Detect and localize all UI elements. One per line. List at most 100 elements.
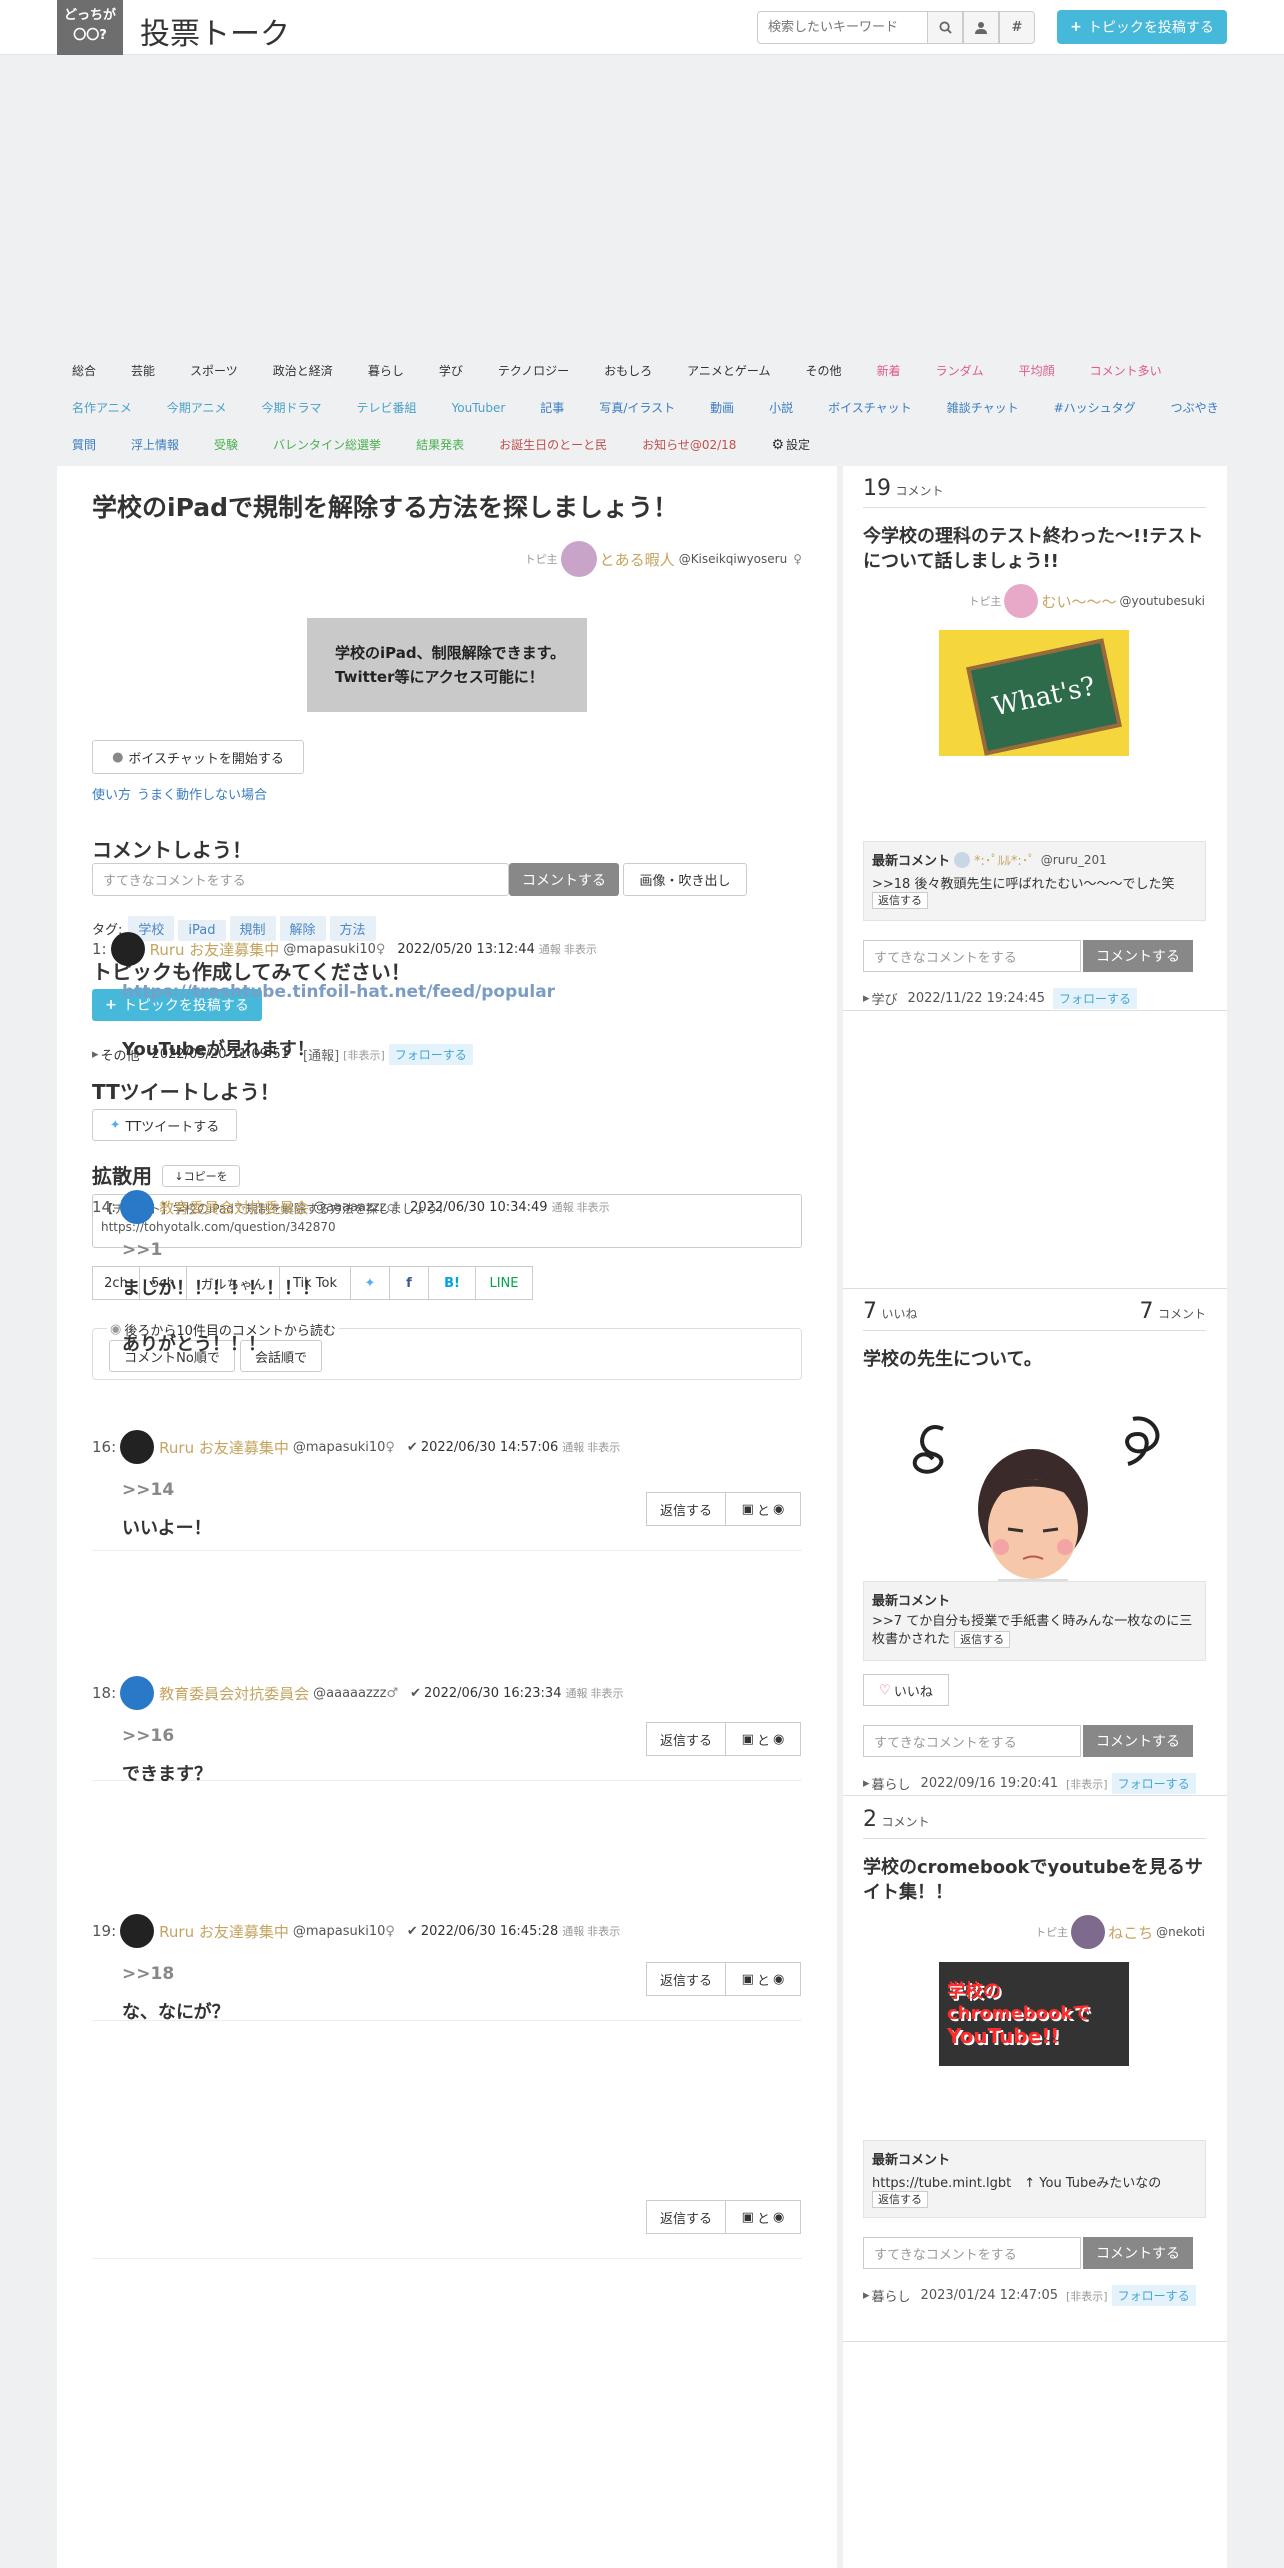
nav-item[interactable]: 質問	[72, 436, 96, 453]
search-input[interactable]	[757, 11, 928, 44]
topic-image[interactable]: 学校のiPad、制限解除できます。 Twitter等にアクセス可能に！	[307, 618, 587, 712]
comment-hide-link[interactable]: 非表示	[564, 941, 597, 957]
avatar[interactable]	[120, 1676, 155, 1710]
nav-item[interactable]: 記事	[540, 399, 564, 416]
side3-follow-button[interactable]: フォローする	[1111, 2285, 1196, 2306]
owner-name[interactable]: とある暇人	[600, 549, 675, 570]
reply-button[interactable]: 返信する	[646, 2200, 726, 2234]
nav-item[interactable]: 暮らし	[368, 362, 404, 379]
nav-item[interactable]: YouTuber	[452, 401, 506, 415]
reply-anchor-link[interactable]: >>18	[122, 1964, 802, 1984]
side2-comment-button[interactable]: コメントする	[1083, 1725, 1193, 1757]
reply-anchor-link[interactable]: >>16	[122, 1726, 802, 1746]
side1-title[interactable]: 今学校の理科のテスト終わった〜!!テストについて話しましょう!!	[863, 524, 1213, 574]
comment-user-name[interactable]: Ruru お友達募集中	[150, 939, 280, 960]
comment-user-name[interactable]: Ruru お友達募集中	[159, 1921, 289, 1942]
side2-category[interactable]: 暮らし	[872, 1774, 911, 1793]
help-link[interactable]: 使い方	[92, 788, 131, 803]
comment-number[interactable]: 16:	[92, 1438, 116, 1456]
nav-item[interactable]: 学び	[439, 362, 463, 379]
nav-item[interactable]: テレビ番組	[357, 399, 417, 416]
side3-category[interactable]: 暮らし	[872, 2286, 911, 2305]
nav-item[interactable]: ボイスチャット	[828, 399, 912, 416]
nav-item[interactable]: 受験	[214, 436, 238, 453]
side2-comment-input[interactable]: すてきなコメントをする	[863, 1725, 1081, 1757]
tt-tweet-button[interactable]: ✦ TTツイートする	[92, 1109, 237, 1141]
nav-item[interactable]: 総合	[72, 362, 96, 379]
nav-item[interactable]: おもしろ	[604, 362, 652, 379]
reply-anchor-link[interactable]: >>1	[122, 1240, 802, 1260]
avatar[interactable]	[120, 1430, 155, 1464]
nav-item[interactable]: お知らせ@02/18	[642, 436, 736, 453]
site-title[interactable]: 投票トーク	[140, 9, 290, 53]
side2-reply-button[interactable]: 返信する	[954, 1631, 1011, 1648]
nav-item[interactable]: 芸能	[131, 362, 155, 379]
side1-latest-user[interactable]: *:･ﾟﾙﾙ*:･ﾟ	[974, 850, 1035, 869]
nav-item[interactable]: 政治と経済	[273, 362, 333, 379]
nav-item[interactable]: 今期ドラマ	[262, 399, 322, 416]
comment-hide-link[interactable]: 非表示	[590, 1685, 623, 1701]
search-icon[interactable]	[927, 11, 963, 44]
comment-report-link[interactable]: 通報	[562, 1439, 584, 1455]
side3-comment-button[interactable]: コメントする	[1083, 2237, 1193, 2269]
side3-owner-name[interactable]: ねこち	[1108, 1922, 1153, 1943]
nav-item[interactable]: テクノロジー	[498, 362, 569, 379]
nav-item[interactable]: 今期アニメ	[167, 399, 227, 416]
nav-item[interactable]: 名作アニメ	[72, 399, 132, 416]
copy-button[interactable]: ↓コピーを	[162, 1165, 240, 1187]
side1-category[interactable]: 学び	[872, 989, 898, 1008]
side1-image[interactable]: What's?	[939, 630, 1129, 756]
side2-hide-link[interactable]: [非表示]	[1066, 1776, 1108, 1792]
nav-item[interactable]: つぶやき	[1171, 399, 1219, 416]
avatar[interactable]	[120, 1914, 155, 1948]
nav-item[interactable]: 雑談チャット	[947, 399, 1019, 416]
nav-item[interactable]: コメント多い	[1090, 362, 1162, 379]
nav-item[interactable]: 設定	[786, 436, 810, 453]
comment-report-link[interactable]: 通報	[539, 941, 561, 957]
nav-item[interactable]: ランダム	[936, 362, 984, 379]
side1-follow-button[interactable]: フォローする	[1053, 988, 1138, 1009]
side2-like-button[interactable]: ♡ いいね	[863, 1674, 949, 1706]
nav-item[interactable]: 新着	[877, 362, 901, 379]
voice-chat-button[interactable]: ● ボイスチャットを開始する	[92, 740, 304, 774]
user-icon[interactable]	[963, 11, 999, 44]
nav-item[interactable]: 浮上情報	[131, 436, 179, 453]
comment-report-link[interactable]: 通報	[552, 1199, 574, 1215]
comment-number[interactable]: 18:	[92, 1684, 116, 1702]
comment-hide-link[interactable]: 非表示	[577, 1199, 610, 1215]
nav-item[interactable]: 動画	[710, 399, 734, 416]
side3-reply-button[interactable]: 返信する	[872, 2191, 928, 2208]
side3-hide-link[interactable]: [非表示]	[1066, 2288, 1108, 2304]
comment-hide-link[interactable]: 非表示	[587, 1923, 620, 1939]
comment-submit-button[interactable]: コメントする	[509, 863, 619, 896]
comment-input[interactable]: すてきなコメントをする	[92, 863, 509, 896]
nav-item[interactable]: 結果発表	[416, 436, 464, 453]
side1-comment-input[interactable]: すてきなコメントをする	[863, 940, 1081, 972]
comment-hide-link[interactable]: 非表示	[587, 1439, 620, 1455]
comment-report-link[interactable]: 通報	[565, 1685, 587, 1701]
side2-follow-button[interactable]: フォローする	[1111, 1773, 1196, 1794]
nav-item[interactable]: バレンタイン総選挙	[273, 436, 381, 453]
comment-number[interactable]: 1:	[92, 940, 107, 958]
nav-item[interactable]: #ハッシュタグ	[1054, 399, 1136, 416]
nav-item[interactable]: 小説	[769, 399, 793, 416]
side3-comment-input[interactable]: すてきなコメントをする	[863, 2237, 1081, 2269]
comment-number[interactable]: 14:	[92, 1198, 116, 1216]
nav-item[interactable]: 平均顔	[1019, 362, 1055, 379]
nav-item[interactable]: 写真/イラスト	[599, 399, 675, 416]
image-bubble-button[interactable]: 画像・吹き出し	[623, 863, 747, 896]
nav-item[interactable]: アニメとゲーム	[687, 362, 770, 379]
reply-anchor-link[interactable]: >>14	[122, 1480, 802, 1500]
side2-title[interactable]: 学校の先生について。	[863, 1347, 1213, 1372]
site-logo[interactable]: どっちが 〇〇?	[57, 0, 123, 55]
side1-reply-button[interactable]: 返信する	[872, 892, 928, 909]
comment-report-link[interactable]: 通報	[562, 1923, 584, 1939]
nav-item[interactable]: お誕生日のとーと民	[499, 436, 607, 453]
nav-item[interactable]: その他	[806, 362, 842, 379]
avatar[interactable]	[120, 1190, 155, 1224]
nav-item[interactable]: スポーツ	[190, 362, 238, 379]
comment-user-name[interactable]: 教育委員会対抗委員会	[159, 1197, 309, 1218]
trouble-link[interactable]: うまく動作しない場合	[137, 788, 267, 803]
post-topic-button[interactable]: + トピックを投稿する	[1057, 10, 1227, 44]
side3-image[interactable]: 学校の chromebookで YouTube!!	[939, 1962, 1129, 2066]
